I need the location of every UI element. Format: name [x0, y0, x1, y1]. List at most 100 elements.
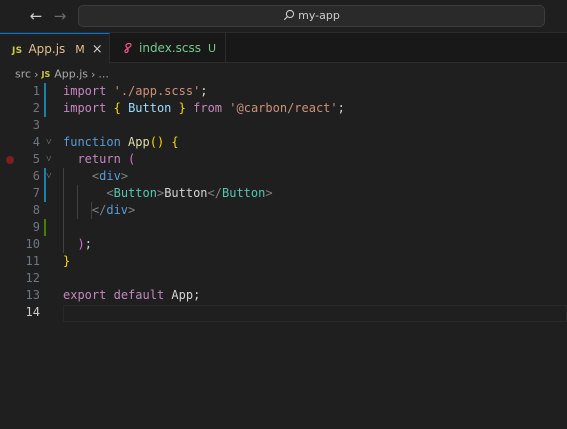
code-line[interactable]: 4 ˅ function App() {	[0, 134, 567, 151]
command-center-search[interactable]: my-app	[78, 5, 545, 27]
code-token: Button	[128, 101, 172, 115]
code-token: ()	[149, 135, 165, 149]
line-number: 11	[25, 254, 40, 268]
code-token: ;	[337, 101, 345, 115]
code-line[interactable]: 8 </div>	[0, 202, 567, 219]
fold-chevron-icon[interactable]: ˅	[46, 168, 52, 185]
code-text: export default App;	[63, 287, 200, 304]
line-number: 13	[25, 288, 40, 302]
code-token: import	[63, 101, 107, 115]
line-number: 6	[32, 169, 40, 183]
code-token: div	[106, 203, 129, 217]
code-token: ;	[193, 288, 201, 302]
code-line[interactable]: 11}	[0, 253, 567, 270]
code-line[interactable]: 5 ˅ return (	[0, 151, 567, 168]
line-number: 9	[32, 220, 40, 234]
code-line[interactable]: 7 <Button>Button</Button>	[0, 185, 567, 202]
code-text: import './app.scss';	[63, 83, 208, 100]
breadcrumb-folder[interactable]: src	[15, 68, 31, 81]
code-line[interactable]: 2 import { Button } from '@carbon/react';	[0, 100, 567, 117]
code-text: <Button>Button</Button>	[63, 185, 273, 202]
code-token: ;	[84, 237, 92, 251]
code-token: return	[77, 152, 121, 166]
close-icon[interactable]: ×	[92, 35, 103, 65]
modified-gutter-marker[interactable]	[44, 83, 46, 100]
code-line[interactable]: 6 ˅ <div>	[0, 168, 567, 185]
code-token: )	[77, 237, 85, 251]
code-text: return (	[63, 151, 135, 168]
line-number: 1	[32, 84, 40, 98]
sass-icon	[124, 42, 132, 53]
tab-bar: JS App.js M × index.scss U	[0, 33, 567, 64]
code-line[interactable]: 13 export default App;	[0, 287, 567, 304]
code-token: default	[113, 288, 165, 302]
code-token: >	[128, 203, 136, 217]
code-token: >	[265, 186, 273, 200]
tab-label: App.js	[28, 42, 66, 56]
code-text: </div>	[63, 202, 135, 219]
code-line[interactable]: 9	[0, 219, 567, 236]
code-token: ;	[200, 84, 208, 98]
breadcrumb-file[interactable]: App.js	[54, 68, 88, 81]
code-token: <	[106, 186, 114, 200]
tab-app-js[interactable]: JS App.js M ×	[0, 33, 110, 64]
line-number: 14	[25, 305, 40, 319]
code-token: (	[128, 152, 136, 166]
code-token: </	[91, 203, 107, 217]
code-token: '@carbon/react'	[229, 101, 338, 115]
code-editor[interactable]: 1 import './app.scss'; 2 import { Button } …	[0, 83, 567, 429]
modified-gutter-marker[interactable]	[44, 185, 46, 202]
code-line[interactable]: 1 import './app.scss';	[0, 83, 567, 100]
code-token: Button	[222, 186, 266, 200]
tab-label: index.scss	[139, 41, 201, 55]
line-number: 12	[25, 271, 40, 285]
code-text: <div>	[63, 168, 128, 185]
js-file-icon: JS	[41, 69, 51, 79]
code-text: function App() {	[63, 134, 179, 151]
code-token: function	[63, 135, 121, 149]
chevron-right-icon: ›	[34, 67, 39, 81]
code-token: </	[207, 186, 222, 200]
fold-chevron-icon[interactable]: ˅	[46, 151, 52, 168]
arrow-right-icon[interactable]: →	[51, 7, 69, 25]
code-line[interactable]: 10 );	[0, 236, 567, 253]
code-token: }	[178, 101, 186, 115]
line-number: 2	[32, 101, 40, 115]
code-token: import	[63, 84, 107, 98]
arrow-left-icon[interactable]: ←	[27, 7, 45, 25]
code-token: {	[113, 101, 121, 115]
code-text: import { Button } from '@carbon/react';	[63, 100, 345, 117]
line-number: 3	[32, 118, 40, 132]
tab-index-scss[interactable]: index.scss U	[110, 33, 226, 63]
breadcrumb-more[interactable]: ...	[98, 68, 109, 81]
untracked-badge: U	[208, 42, 217, 55]
code-token: div	[99, 169, 121, 183]
breakpoint-icon[interactable]	[6, 156, 14, 164]
code-line[interactable]: 12	[0, 270, 567, 287]
code-token: export	[63, 288, 107, 302]
code-token: >	[120, 169, 129, 183]
code-token: App	[128, 135, 150, 149]
search-icon	[283, 9, 295, 21]
search-label: my-app	[298, 9, 340, 22]
fold-chevron-icon[interactable]: ˅	[46, 134, 52, 151]
title-bar: ← → my-app	[0, 0, 567, 33]
code-line[interactable]: 3	[0, 117, 567, 134]
line-number: 10	[25, 237, 40, 251]
code-text: }	[63, 253, 70, 270]
modified-gutter-marker[interactable]	[44, 100, 46, 117]
code-token: Button	[113, 186, 157, 200]
code-token: Button	[164, 186, 208, 200]
code-line[interactable]: 14	[0, 304, 567, 321]
js-file-icon: JS	[12, 46, 23, 56]
added-gutter-marker[interactable]	[44, 219, 46, 236]
